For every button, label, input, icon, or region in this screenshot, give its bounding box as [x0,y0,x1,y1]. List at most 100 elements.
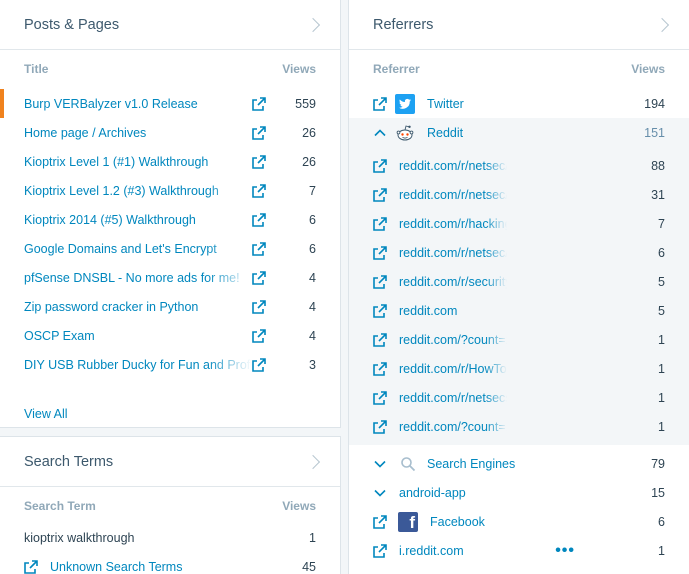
referrers-header[interactable]: Referrers [349,0,689,50]
post-row[interactable]: Kioptrix 2014 (#5) Walkthrough 6 [0,205,340,234]
reddit-child-row[interactable]: reddit.com/?count=125&after=t3_65j4s1 1 [349,412,689,441]
referrer-row-search-engines[interactable]: Search Engines 79 [349,449,689,478]
search-terms-header[interactable]: Search Terms [0,437,340,487]
external-link-icon[interactable] [373,96,387,111]
referrer-label[interactable]: android-app [399,486,615,500]
view-all-link[interactable]: View All [0,392,340,436]
reddit-child-row[interactable]: reddit.com/r/HowToHack/comments/65jzq3 1 [349,354,689,383]
reddit-child-row[interactable]: reddit.com/r/hacking/7 [349,209,689,238]
search-terms-card: Search Terms Search Term Views kioptrix … [0,437,340,574]
external-link-icon[interactable] [373,274,387,289]
external-link-icon[interactable] [373,419,387,434]
external-link-icon[interactable] [373,216,387,231]
post-row[interactable]: Zip password cracker in Python 4 [0,292,340,321]
referrer-label[interactable]: Facebook [430,515,615,529]
post-title-link[interactable]: Kioptrix Level 1.2 (#3) Walkthrough [24,184,252,198]
external-link-icon[interactable] [252,212,266,227]
reddit-child-link[interactable]: reddit.com/r/netsec/new/ [399,246,507,260]
referrer-row-reddit[interactable]: Reddit 151 [349,118,689,147]
reddit-child-link[interactable]: reddit.com/?count=25&after=t3_65i2uc [399,333,507,347]
external-link-icon[interactable] [373,332,387,347]
referrer-row-facebook[interactable]: f Facebook 6 [349,507,689,536]
referrer-row-twitter[interactable]: Twitter 194 [349,89,689,118]
external-link-icon[interactable] [373,390,387,405]
reddit-child-link[interactable]: reddit.com/r/security/ [399,275,507,289]
reddit-child-row[interactable]: reddit.com/r/netsec/new/6 [349,238,689,267]
reddit-child-views: 7 [658,216,665,231]
external-link-icon[interactable] [252,328,266,343]
reddit-child-link[interactable]: reddit.com [399,304,507,318]
posts-pages-title: Posts & Pages [24,16,120,33]
referrer-label[interactable]: Twitter [427,97,615,111]
external-link-icon[interactable] [373,543,387,558]
chevron-right-icon[interactable] [305,454,321,469]
reddit-child-link[interactable]: reddit.com/r/netsec/comments/65jw28/tool… [399,188,507,202]
posts-column-header: Title Views [0,50,340,82]
external-link-icon[interactable] [252,270,266,285]
reddit-child-row[interactable]: reddit.com/r/netsec/88 [349,151,689,180]
external-link-icon[interactable] [373,514,387,529]
post-row[interactable]: Google Domains and Let's Encrypt 6 [0,234,340,263]
reddit-child-row[interactable]: reddit.com 5 [349,296,689,325]
reddit-child-row[interactable]: reddit.com/?count=25&after=t3_65i2uc 1 [349,325,689,354]
referrer-row-ireddit[interactable]: i.reddit.com ••• 1 [349,536,689,565]
post-row[interactable]: OSCP Exam 4 [0,321,340,350]
reddit-child-row[interactable]: reddit.com/r/netsec/comments/65jw28/tool… [349,180,689,209]
post-row[interactable]: pfSense DNSBL - No more ads for me! 4 [0,263,340,292]
post-row[interactable]: Kioptrix Level 1 (#1) Walkthrough 26 [0,147,340,176]
external-link-icon[interactable] [373,245,387,260]
search-term-row[interactable]: Unknown Search Terms 45 [0,552,340,574]
post-title-link[interactable]: DIY USB Rubber Ducky for Fun and Profit [24,358,252,372]
external-link-icon[interactable] [252,183,266,198]
referrer-row-android-app[interactable]: android-app 15 [349,478,689,507]
post-row[interactable]: DIY USB Rubber Ducky for Fun and Profit 3 [0,350,340,379]
referrer-label[interactable]: i.reddit.com [399,544,555,558]
posts-pages-header[interactable]: Posts & Pages [0,0,340,50]
post-title-link[interactable]: pfSense DNSBL - No more ads for me! [24,271,252,285]
post-title-link[interactable]: Google Domains and Let's Encrypt [24,242,252,256]
reddit-child-row[interactable]: reddit.com/r/security/5 [349,267,689,296]
reddit-child-link[interactable]: reddit.com/r/hacking/ [399,217,507,231]
post-title-link[interactable]: OSCP Exam [24,329,252,343]
col-search-term-label: Search Term [24,499,96,513]
chevron-right-icon[interactable] [654,17,670,32]
external-link-icon[interactable] [373,187,387,202]
external-link-icon[interactable] [373,361,387,376]
external-link-icon[interactable] [252,241,266,256]
referrers-column-header: Referrer Views [349,50,689,82]
chevron-up-icon[interactable] [373,126,387,140]
reddit-child-link[interactable]: reddit.com/r/netsecstudents/comments/65k [399,391,507,405]
post-title-link[interactable]: Kioptrix Level 1 (#1) Walkthrough [24,155,252,169]
post-title-link[interactable]: Burp VERBalyzer v1.0 Release [24,97,252,111]
post-row[interactable]: Home page / Archives 26 [0,118,340,147]
referrer-label[interactable]: Reddit [427,126,615,140]
external-link-icon[interactable] [252,154,266,169]
more-actions-icon[interactable]: ••• [555,542,575,560]
chevron-down-icon[interactable] [373,486,387,500]
chevron-right-icon[interactable] [305,17,321,32]
post-views: 559 [295,96,316,111]
external-link-icon[interactable] [373,158,387,173]
external-link-icon[interactable] [252,299,266,314]
external-link-icon[interactable] [252,357,266,372]
twitter-icon [395,93,415,114]
post-title-link[interactable]: Home page / Archives [24,126,252,140]
reddit-child-views: 1 [658,332,665,347]
post-row[interactable]: Kioptrix Level 1.2 (#3) Walkthrough 7 [0,176,340,205]
external-link-icon[interactable] [252,125,266,140]
post-title-link[interactable]: Kioptrix 2014 (#5) Walkthrough [24,213,252,227]
post-row[interactable]: Burp VERBalyzer v1.0 Release 559 [0,89,340,118]
reddit-child-views: 5 [658,303,665,318]
post-title-link[interactable]: Zip password cracker in Python [24,300,252,314]
reddit-child-link[interactable]: reddit.com/r/netsec/ [399,159,507,173]
reddit-child-row[interactable]: reddit.com/r/netsecstudents/comments/65k… [349,383,689,412]
chevron-down-icon[interactable] [373,457,387,471]
search-term-label[interactable]: Unknown Search Terms [50,560,266,574]
reddit-child-link[interactable]: reddit.com/r/HowToHack/comments/65jzq3 [399,362,507,376]
post-views: 4 [309,328,316,343]
referrer-label[interactable]: Search Engines [427,457,615,471]
external-link-icon[interactable] [373,303,387,318]
reddit-child-link[interactable]: reddit.com/?count=125&after=t3_65j4s1 [399,420,507,434]
external-link-icon[interactable] [24,559,38,574]
external-link-icon[interactable] [252,96,266,111]
